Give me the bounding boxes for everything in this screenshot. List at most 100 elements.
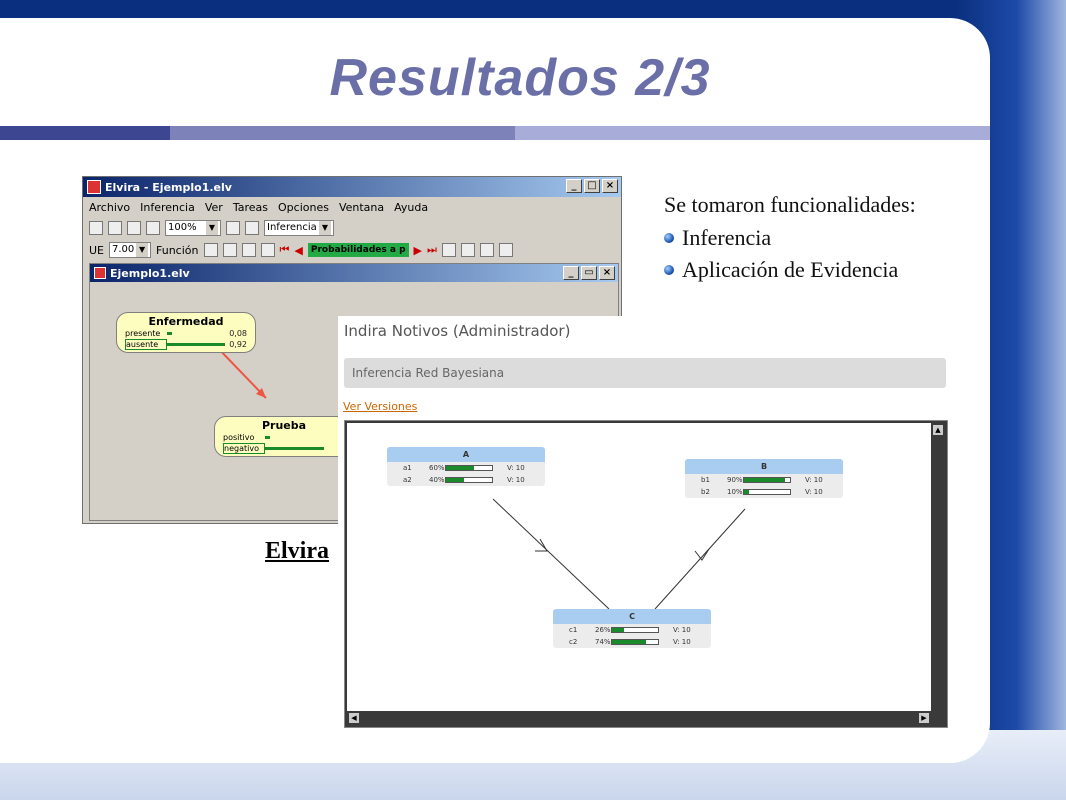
node-state-row: positivo 0	[223, 432, 345, 443]
new-file-icon[interactable]	[89, 221, 103, 235]
bn-state-label: a1	[403, 464, 412, 472]
bn-state-v: V: 10	[673, 638, 691, 646]
node-name: Prueba	[261, 419, 307, 432]
elvira-toolbar-2: UE 7.00 ▼ Función ⏮ ◀ Probabilidades a p…	[83, 239, 621, 261]
zoom-out-icon[interactable]	[226, 221, 240, 235]
network-canvas: A a1 60% V: 10 a2 40% V: 10 B b1 90% V: …	[347, 423, 931, 711]
menu-opciones[interactable]: Opciones	[278, 201, 329, 214]
bn-state-fill	[612, 640, 647, 644]
bn-state-row: c1 26% V: 10	[553, 624, 711, 636]
node-state-row: ausente 0,92	[125, 339, 247, 350]
first-icon[interactable]: ⏮	[280, 243, 290, 257]
menu-archivo[interactable]: Archivo	[89, 201, 130, 214]
maximize-button[interactable]: □	[584, 179, 600, 193]
explain-icon[interactable]	[441, 243, 456, 257]
menu-ventana[interactable]: Ventana	[339, 201, 384, 214]
probabilities-field[interactable]: Probabilidades a p	[307, 243, 409, 257]
close-button[interactable]: ×	[602, 179, 618, 193]
gray-icon[interactable]	[241, 243, 256, 257]
elvira-menubar: Archivo Inferencia Ver Tareas Opciones V…	[83, 197, 621, 217]
menu-inferencia[interactable]: Inferencia	[140, 201, 195, 214]
state-label: presente	[125, 329, 161, 338]
bn-state-row: c2 74% V: 10	[553, 636, 711, 648]
bn-state-track	[743, 477, 791, 483]
bn-state-pct: 10%	[727, 488, 743, 496]
ue-label: UE	[89, 243, 105, 257]
bullet-intro: Se tomaron funcionalidades:	[664, 192, 916, 217]
chart-icon[interactable]	[460, 243, 475, 257]
edit-icon[interactable]	[479, 243, 494, 257]
menu-tareas[interactable]: Tareas	[233, 201, 268, 214]
title-rule-segment-1	[0, 126, 170, 140]
mode-select[interactable]: Inferencia ▼	[264, 220, 334, 236]
bn-state-label: c1	[569, 626, 578, 634]
bn-state-v: V: 10	[805, 476, 823, 484]
node-state-row: negativo 0	[223, 443, 345, 454]
minimize-button[interactable]: _	[566, 179, 582, 193]
bullet-icon	[664, 265, 674, 275]
slide-title: Resultados 2/3	[329, 49, 711, 107]
bn-state-row: a2 40% V: 10	[387, 474, 545, 486]
bn-state-label: c2	[569, 638, 578, 646]
section-header: Inferencia Red Bayesiana	[344, 358, 946, 388]
title-rule-segment-3	[515, 126, 990, 140]
scroll-up-icon[interactable]: ▲	[933, 425, 943, 435]
zoom-in-icon[interactable]	[146, 221, 160, 235]
bn-node-c[interactable]: C c1 26% V: 10 c2 74% V: 10	[553, 609, 711, 648]
save-icon[interactable]	[127, 221, 141, 235]
ue-select[interactable]: 7.00 ▼	[109, 242, 152, 258]
frame-top-band	[0, 0, 1066, 20]
bullet-icon	[664, 233, 674, 243]
bn-state-label: a2	[403, 476, 412, 484]
title-rule-segment-2	[170, 126, 515, 140]
menu-ver[interactable]: Ver	[205, 201, 223, 214]
function-label[interactable]: Función	[156, 244, 198, 257]
bn-state-fill	[744, 478, 786, 482]
bn-node-b[interactable]: B b1 90% V: 10 b2 10% V: 10	[685, 459, 843, 498]
doc-minimize-button[interactable]: _	[563, 266, 579, 280]
bn-state-label: b2	[701, 488, 710, 496]
next-icon[interactable]: ▶	[414, 244, 422, 257]
state-bar	[265, 436, 270, 439]
export-icon[interactable]	[498, 243, 513, 257]
chevron-down-icon: ▼	[319, 221, 331, 235]
ue-value: 7.00	[112, 244, 135, 255]
last-icon[interactable]: ⏭	[427, 243, 437, 257]
bn-state-row: b1 90% V: 10	[685, 474, 843, 486]
save-red-icon[interactable]	[203, 243, 218, 257]
bn-state-pct: 26%	[595, 626, 611, 634]
network-panel: A a1 60% V: 10 a2 40% V: 10 B b1 90% V: …	[344, 420, 948, 728]
state-value: 0,92	[229, 340, 247, 349]
bn-state-pct: 90%	[727, 476, 743, 484]
bn-node-a[interactable]: A a1 60% V: 10 a2 40% V: 10	[387, 447, 545, 486]
bn-state-track	[445, 465, 493, 471]
scroll-right-icon[interactable]: ▶	[919, 713, 929, 723]
prev-icon[interactable]: ◀	[294, 244, 302, 257]
scroll-left-icon[interactable]: ◀	[349, 713, 359, 723]
bn-state-track	[445, 477, 493, 483]
zoom-select[interactable]: 100% ▼	[165, 220, 221, 236]
versions-link[interactable]: Ver Versiones	[343, 400, 417, 413]
zoom-value: 100%	[168, 222, 197, 233]
vertical-scrollbar[interactable]: ▲	[931, 423, 945, 711]
bullet-text: Inferencia	[682, 225, 772, 250]
doc-close-button[interactable]: ×	[599, 266, 615, 280]
bullet-list: Se tomaron funcionalidades: Inferencia A…	[664, 192, 916, 286]
network-icon[interactable]	[222, 243, 237, 257]
elvira-node-prueba[interactable]: Prueba positivo 0 negativo 0	[214, 416, 354, 457]
bn-state-row: a1 60% V: 10	[387, 462, 545, 474]
doc-restore-button[interactable]: ▭	[581, 266, 597, 280]
horizontal-scrollbar[interactable]: ◀ ▶	[347, 711, 931, 725]
elvira-node-enfermedad[interactable]: Enfermedad presente 0,08 ausente 0,92	[116, 312, 256, 353]
bullet-text: Aplicación de Evidencia	[682, 257, 899, 282]
open-folder-icon[interactable]	[108, 221, 122, 235]
evidence-icon[interactable]	[260, 243, 275, 257]
node-state-row: presente 0,08	[125, 328, 247, 339]
bn-state-pct: 60%	[429, 464, 445, 472]
bn-state-fill	[612, 628, 624, 632]
menu-ayuda[interactable]: Ayuda	[394, 201, 428, 214]
document-titlebar: Ejemplo1.elv _ ▭ ×	[90, 264, 618, 282]
elvira-caption: Elvira	[265, 538, 329, 564]
help-icon[interactable]	[245, 221, 259, 235]
mode-value: Inferencia	[267, 222, 317, 233]
